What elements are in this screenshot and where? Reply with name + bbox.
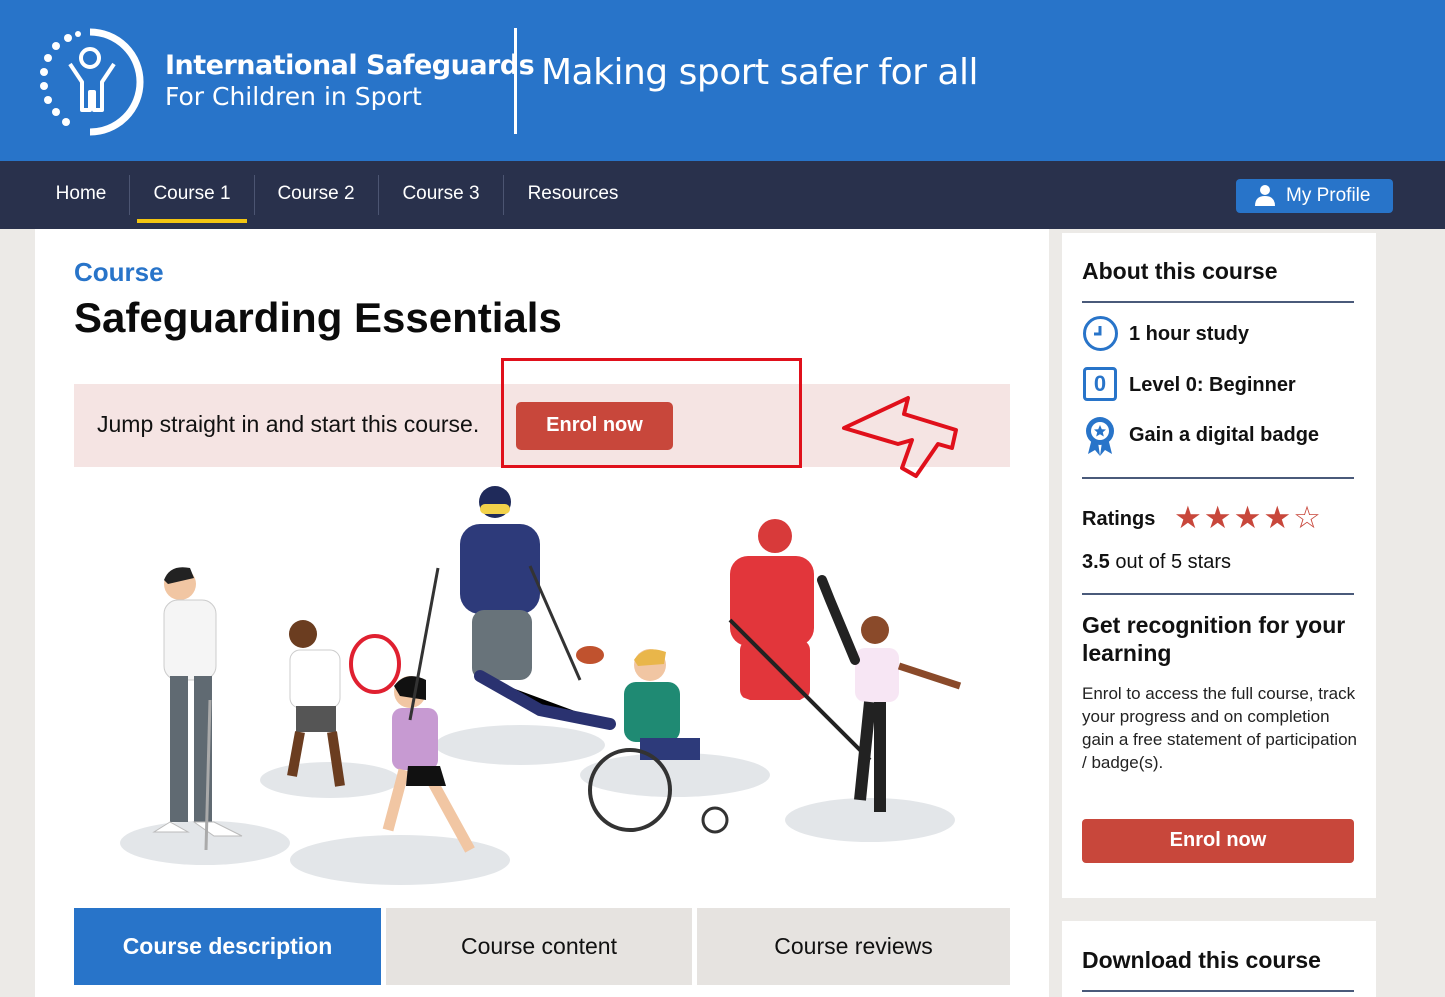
org-name[interactable]: International Safeguards For Children in… [165,50,535,112]
sidebar-enrol-now-button[interactable]: Enrol now [1082,819,1354,863]
page-title: Safeguarding Essentials [74,294,562,341]
rating-stars-icon: ★★★★☆ [1174,500,1323,535]
nav-item-resources[interactable]: Resources [512,161,634,229]
site-tagline: Making sport safer for all [541,52,978,93]
user-icon [1255,185,1275,206]
recognition-text: Enrol to access the full course, track y… [1082,684,1357,772]
nav-separator [254,175,255,215]
enrol-banner-text: Jump straight in and start this course. [97,411,480,437]
tab-course-reviews[interactable]: Course reviews [697,908,1010,985]
my-profile-label: My Profile [1286,185,1371,206]
my-profile-button[interactable]: My Profile [1236,179,1393,213]
nav-separator [378,175,379,215]
about-course-heading: About this course [1082,258,1278,284]
level-icon: 0 [1083,367,1117,401]
tab-course-content[interactable]: Course content [386,908,692,985]
tab-course-description[interactable]: Course description [74,908,381,985]
recognition-heading: Get recognition for your learning [1082,612,1346,666]
sports-illustration [120,486,962,885]
nav-separator [129,175,130,215]
clock-hands-icon [1094,326,1102,336]
sidebar-divider [1082,593,1354,595]
tennis-figure [287,620,401,787]
annotation-highlight-box [501,358,802,468]
rating-summary: 3.5 out of 5 stars [1082,551,1231,574]
header-divider [514,28,517,134]
sidebar-divider [1082,301,1354,303]
ratings-label: Ratings [1082,508,1156,530]
sidebar-divider [1082,477,1354,479]
nav-active-indicator [137,219,247,223]
org-logo-icon[interactable] [38,26,152,138]
nav-separator [503,175,504,215]
nav-item-home[interactable]: Home [40,161,122,229]
rating-value: 3.5 [1082,551,1110,573]
sidebar-divider [1082,990,1354,992]
runner-figure [382,676,475,853]
golfer-figure [152,567,243,851]
course-eyebrow: Course [74,257,164,287]
annotation-arrow-icon [842,396,958,478]
course-level: Level 0: Beginner [1129,374,1296,396]
download-course-heading: Download this course [1082,947,1321,973]
org-name-line1: International Safeguards [165,50,535,81]
badge-icon [1086,417,1114,456]
study-time: 1 hour study [1129,323,1250,345]
nav-item-course-2[interactable]: Course 2 [262,161,370,229]
digital-badge: Gain a digital badge [1129,424,1320,446]
site-header: International Safeguards For Children in… [0,0,1445,161]
skier-figure [408,486,616,730]
org-name-line2: For Children in Sport [165,82,422,111]
rating-suffix: out of 5 stars [1109,551,1231,573]
clock-icon [1083,316,1118,351]
nav-item-course-3[interactable]: Course 3 [386,161,496,229]
dancer-figure [817,575,962,812]
